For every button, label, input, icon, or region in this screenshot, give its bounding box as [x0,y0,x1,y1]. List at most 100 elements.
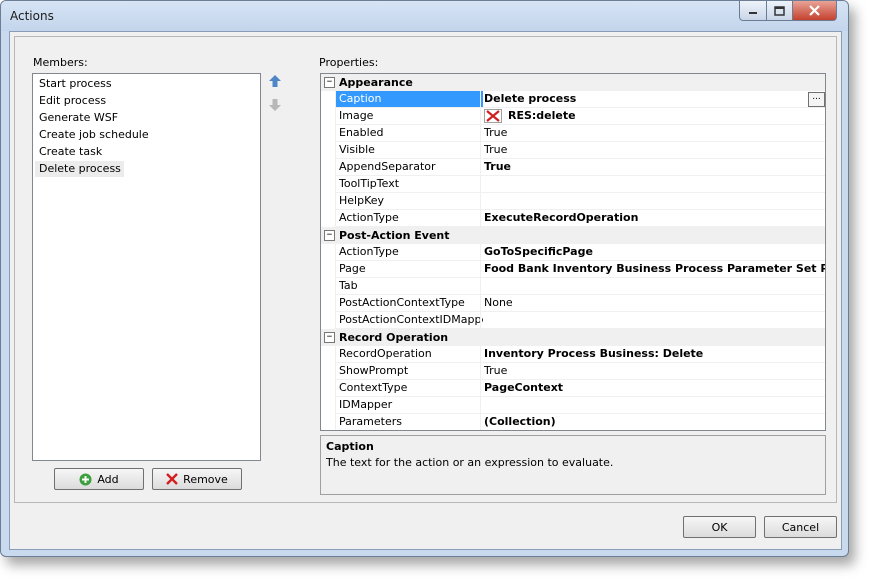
property-name[interactable]: Page [335,261,483,278]
content-panel: Members: Properties: Start process Edit p… [14,36,837,503]
move-up-icon[interactable] [268,74,282,88]
property-value[interactable]: True [480,159,825,176]
property-value[interactable]: ExecuteRecordOperation [480,210,825,227]
property-row[interactable]: Tab [321,278,825,295]
property-row[interactable]: Page Food Bank Inventory Business Process… [321,261,825,278]
properties-label: Properties: [319,56,379,69]
property-row[interactable]: ActionType ExecuteRecordOperation [321,210,825,227]
property-grid[interactable]: − Appearance Caption Delete process... Image… [320,73,826,431]
list-item[interactable]: Generate WSF [35,110,121,126]
category-name: Record Operation [339,331,449,344]
property-name[interactable]: PostActionContextIDMapper [335,312,483,329]
property-name[interactable]: Enabled [335,125,483,142]
property-value[interactable]: PageContext [480,380,825,397]
property-name[interactable]: IDMapper [335,397,483,414]
dialog-title: Actions [10,9,54,23]
property-row[interactable]: HelpKey [321,193,825,210]
property-value[interactable] [480,397,825,414]
list-item[interactable]: Start process [35,76,115,92]
property-name[interactable]: Caption [335,91,483,108]
property-name[interactable]: AppendSeparator [335,159,483,176]
property-value[interactable]: (Collection) [480,414,825,430]
close-icon [809,5,820,16]
title-bar[interactable]: Actions [1,1,848,31]
minimize-icon [749,11,757,14]
list-item[interactable]: Edit process [35,93,109,109]
property-name[interactable]: Parameters [335,414,483,430]
property-value[interactable] [480,176,825,193]
delete-icon [166,473,179,485]
property-name[interactable]: ActionType [335,210,483,227]
actions-dialog: Actions Members: Properties: Start proce… [0,0,849,557]
maximize-button[interactable] [766,1,793,21]
collapse-icon[interactable]: − [324,332,335,343]
property-name[interactable]: PostActionContextType [335,295,483,312]
property-value[interactable]: True [480,142,825,159]
property-value[interactable]: True [480,363,825,380]
property-row[interactable]: PostActionContextIDMapper [321,312,825,329]
property-row[interactable]: ContextType PageContext [321,380,825,397]
property-row[interactable]: IDMapper [321,397,825,414]
property-row[interactable]: Image RES:delete [321,108,825,125]
property-description-panel: Caption The text for the action or an ex… [320,435,826,495]
property-value[interactable]: RES:delete [480,108,825,125]
property-row[interactable]: Visible True [321,142,825,159]
remove-button-label: Remove [183,472,228,486]
property-name[interactable]: ToolTipText [335,176,483,193]
property-value[interactable] [480,312,825,329]
dialog-body: Members: Properties: Start process Edit p… [9,31,842,550]
property-category[interactable]: − Appearance [321,74,825,91]
description-title: Caption [326,440,374,453]
ok-button[interactable]: OK [683,516,756,538]
category-name: Post-Action Event [339,229,450,242]
list-item[interactable]: Create task [35,144,105,160]
property-value[interactable]: True [480,125,825,142]
property-row[interactable]: ToolTipText [321,176,825,193]
property-name[interactable]: ActionType [335,244,483,261]
cancel-button[interactable]: Cancel [764,516,837,538]
property-row[interactable]: Parameters (Collection) [321,414,825,430]
collapse-icon[interactable]: − [324,230,335,241]
list-item[interactable]: Delete process [35,161,124,177]
list-item[interactable]: Create job schedule [35,127,152,143]
property-name[interactable]: Visible [335,142,483,159]
property-value[interactable] [480,193,825,210]
property-name[interactable]: ShowPrompt [335,363,483,380]
property-value[interactable]: Food Bank Inventory Business Process Par… [480,261,825,278]
ellipsis-button[interactable]: ... [808,92,825,107]
add-button-label: Add [97,472,119,486]
property-category[interactable]: − Record Operation [321,329,825,346]
add-icon [79,473,92,485]
collapse-icon[interactable]: − [324,77,335,88]
property-category[interactable]: − Post-Action Event [321,227,825,244]
property-value[interactable]: Inventory Process Business: Delete [480,346,825,363]
property-row[interactable]: AppendSeparator True [321,159,825,176]
property-row[interactable]: Enabled True [321,125,825,142]
property-name[interactable]: HelpKey [335,193,483,210]
property-row[interactable]: ActionType GoToSpecificPage [321,244,825,261]
property-value[interactable]: Delete process [480,91,825,108]
description-text: The text for the action or an expression… [326,456,614,469]
property-value[interactable] [480,278,825,295]
property-value[interactable]: None [480,295,825,312]
move-down-icon[interactable] [268,98,282,112]
property-row[interactable]: PostActionContextType None [321,295,825,312]
property-row[interactable]: RecordOperation Inventory Process Busines… [321,346,825,363]
close-button[interactable] [792,1,837,21]
members-list[interactable]: Start process Edit process Generate WSF Cre… [32,73,261,461]
members-label: Members: [33,56,88,69]
property-value[interactable]: GoToSpecificPage [480,244,825,261]
maximize-icon [774,5,785,16]
minimize-button[interactable] [739,1,767,21]
remove-button[interactable]: Remove [152,468,242,490]
property-name[interactable]: Image [335,108,483,125]
property-value-text: RES:delete [508,109,576,122]
property-name[interactable]: RecordOperation [335,346,483,363]
add-button[interactable]: Add [54,468,144,490]
category-name: Appearance [339,76,413,89]
property-name[interactable]: ContextType [335,380,483,397]
property-row[interactable]: Caption Delete process... [321,91,825,108]
property-name[interactable]: Tab [335,278,483,295]
property-row[interactable]: ShowPrompt True [321,363,825,380]
delete-image-icon [484,109,502,123]
